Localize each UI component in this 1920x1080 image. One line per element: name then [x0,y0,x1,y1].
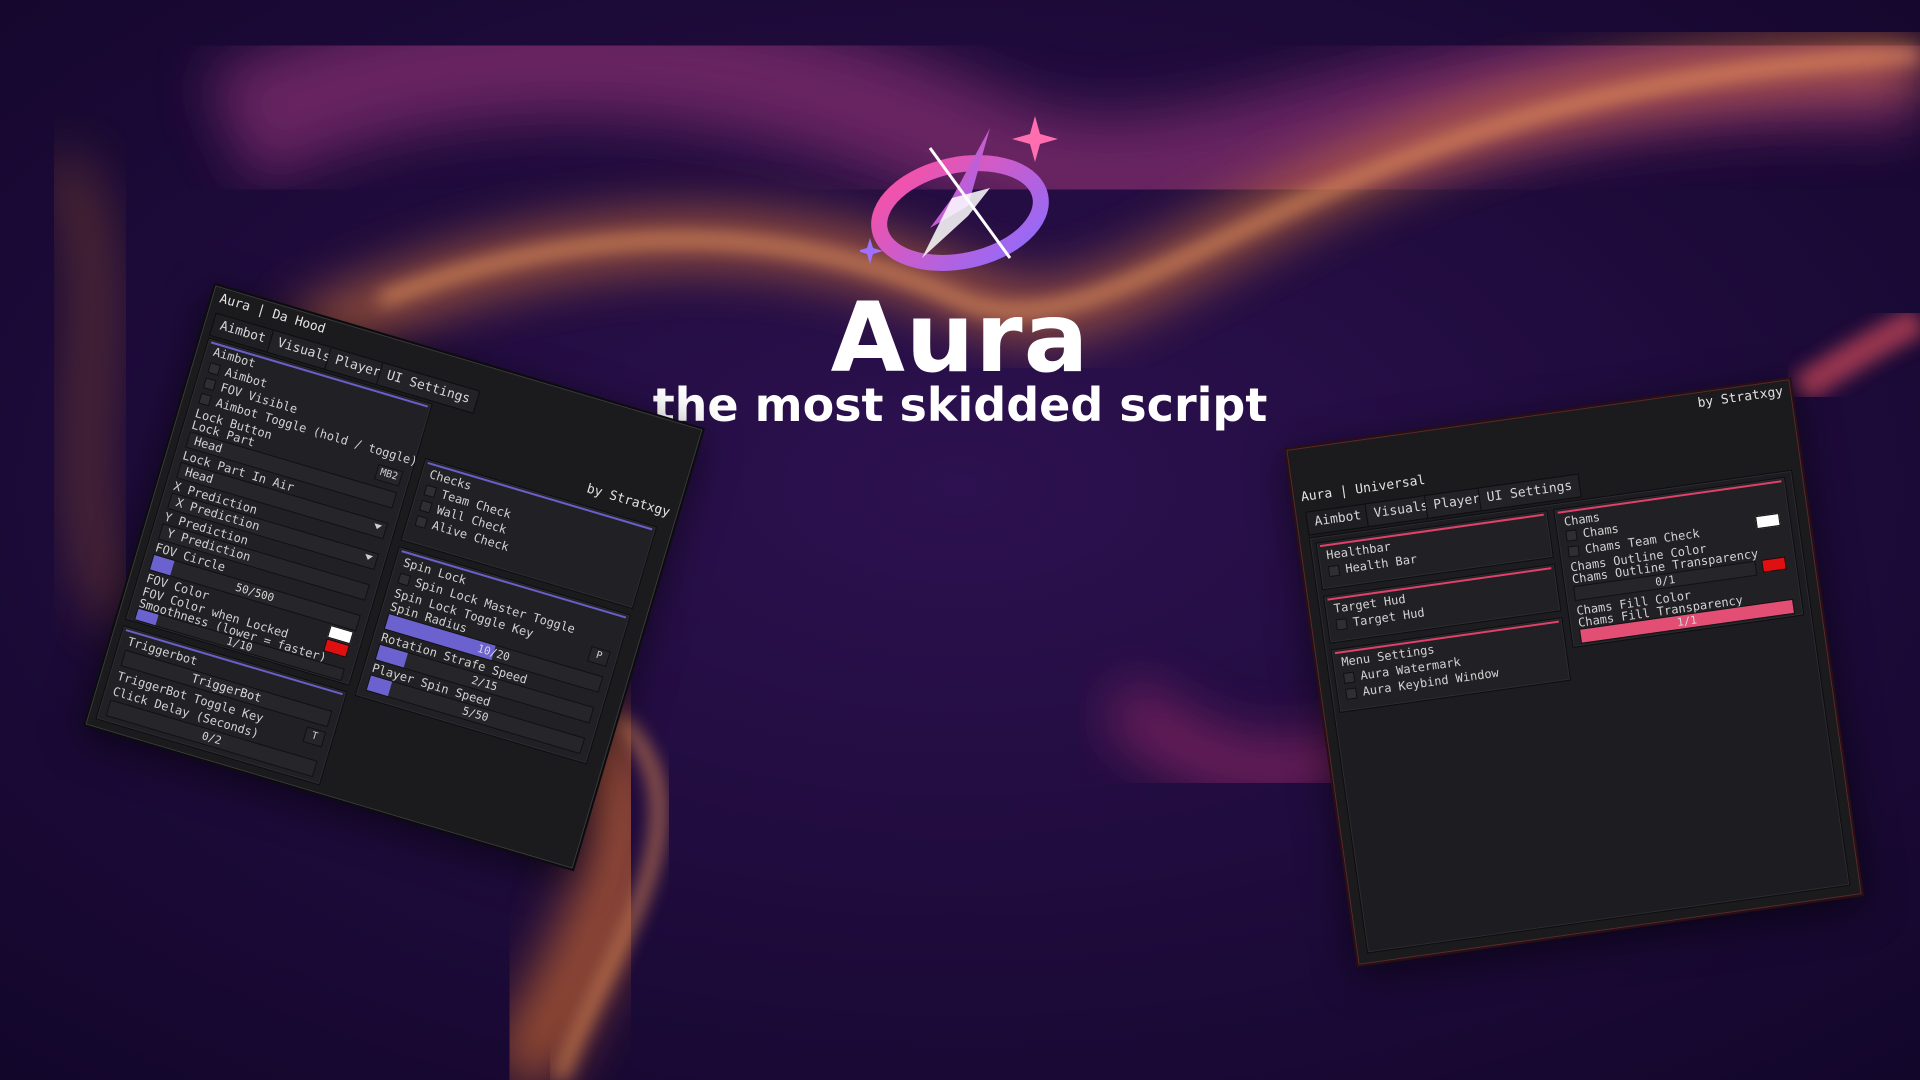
checkbox-icon[interactable] [1342,671,1356,685]
checkbox-icon[interactable] [207,362,222,376]
checkbox-icon[interactable] [1565,529,1578,542]
aura-logo-icon [860,116,1058,271]
checkbox-icon[interactable] [414,515,429,529]
checkbox-icon[interactable] [397,572,412,587]
spin-lock-keybind[interactable]: P [587,645,611,667]
window-author: by Stratxgy [1696,384,1785,412]
chams-outline-color-swatch[interactable] [1755,512,1781,530]
chevron-down-icon [373,523,383,531]
triggerbot-keybind[interactable]: T [302,726,327,748]
checkbox-icon[interactable] [423,484,438,499]
checkbox-icon[interactable] [1345,687,1358,700]
chevron-down-icon [363,553,374,561]
checkbox-icon[interactable] [202,377,217,392]
checkbox-icon[interactable] [1327,564,1341,578]
lock-button-keybind[interactable]: MB2 [373,463,404,487]
right-script-window[interactable]: Aura | Universal by Stratxgy Aimbot Visu… [1284,376,1864,968]
checkbox-icon[interactable] [1567,545,1580,558]
checkbox-icon[interactable] [418,499,433,514]
checkbox-icon[interactable] [1335,618,1348,631]
checkbox-icon[interactable] [198,392,212,407]
chams-fill-color-swatch[interactable] [1761,556,1787,573]
